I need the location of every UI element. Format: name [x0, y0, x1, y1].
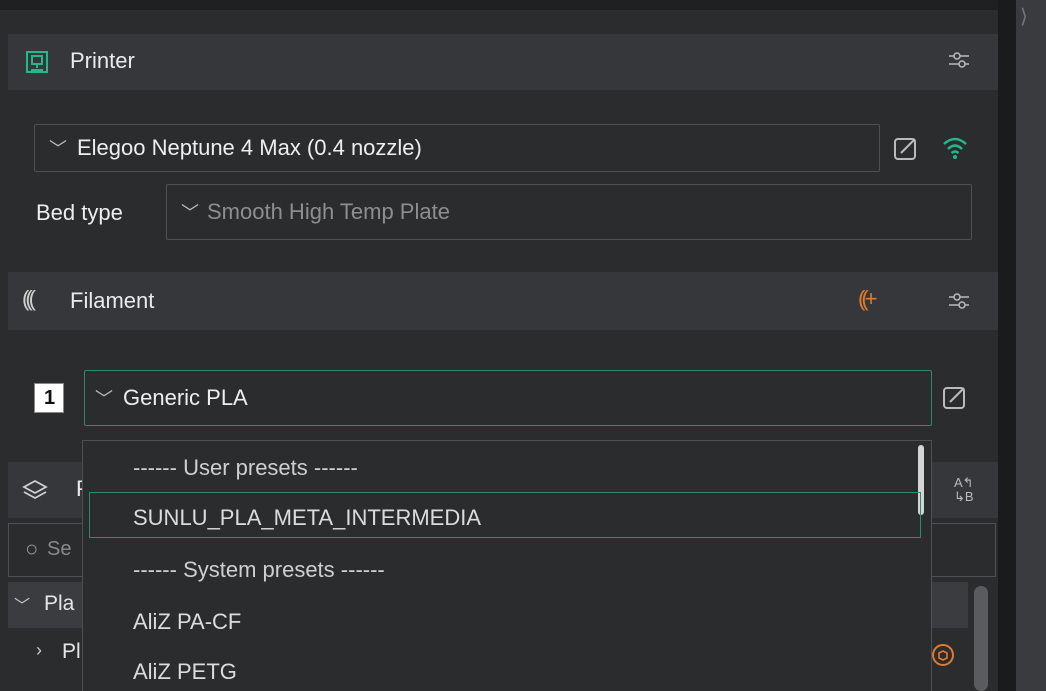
- filament-slot-number: 1: [44, 387, 56, 409]
- printer-select[interactable]: ﹀ Elegoo Neptune 4 Max (0.4 nozzle): [34, 124, 880, 172]
- layers-icon: [22, 479, 48, 500]
- chevron-down-icon: ﹀: [95, 389, 113, 409]
- dropdown-item-aliz-pa-cf[interactable]: AliZ PA-CF: [133, 609, 241, 635]
- filament-select[interactable]: ﹀ Generic PLA: [84, 370, 932, 426]
- printer-title: Printer: [70, 48, 135, 73]
- filament-section-header: ((( Filament ((+: [8, 272, 998, 330]
- filament-slot-badge[interactable]: 1: [34, 383, 64, 413]
- bed-type-label: Bed type: [36, 200, 123, 225]
- object-settings-icon[interactable]: [930, 640, 956, 670]
- compare-presets-icon[interactable]: A↰ ↳B: [954, 476, 974, 504]
- dropdown-separator-system: ------ System presets ------: [133, 557, 385, 582]
- dropdown-separator-user: ------ User presets ------: [133, 455, 358, 480]
- bed-type-select[interactable]: ﹀ Smooth High Temp Plate: [166, 184, 972, 240]
- add-filament-icon[interactable]: ((+: [858, 286, 877, 312]
- chevron-down-icon: ﹀: [14, 598, 31, 615]
- printer-select-value: Elegoo Neptune 4 Max (0.4 nozzle): [77, 135, 422, 160]
- window-top-strip: [0, 0, 1000, 10]
- wifi-icon[interactable]: [940, 132, 970, 162]
- filament-settings-icon[interactable]: [948, 290, 970, 312]
- dropdown-item-aliz-petg[interactable]: AliZ PETG: [133, 659, 237, 685]
- chevron-down-icon: ﹀: [49, 139, 67, 159]
- filament-dropdown: ------ User presets ------ SUNLU_PLA_MET…: [82, 440, 932, 691]
- bed-type-value: Smooth High Temp Plate: [207, 199, 450, 224]
- chevron-right-icon: ›: [36, 640, 42, 660]
- panel-divider: [998, 0, 1016, 691]
- printer-icon: [26, 51, 48, 73]
- printer-section-header: Printer: [8, 34, 998, 90]
- tree-row-part-label: Pl: [62, 640, 81, 663]
- edit-filament-icon[interactable]: [942, 384, 968, 410]
- search-placeholder: Se: [47, 538, 72, 560]
- edit-printer-icon[interactable]: [893, 135, 919, 161]
- collapse-arrow-icon[interactable]: ⟩: [1020, 4, 1028, 29]
- side-strip: [1016, 0, 1046, 691]
- tree-row-plate-label: Pla: [44, 592, 75, 615]
- tree-scrollbar[interactable]: [974, 586, 988, 691]
- search-icon: ○: [25, 536, 39, 561]
- dropdown-item-sunlu[interactable]: SUNLU_PLA_META_INTERMEDIA: [133, 505, 481, 531]
- filament-title: Filament: [70, 288, 155, 313]
- filament-icon: (((: [22, 286, 36, 311]
- chevron-down-icon: ﹀: [181, 203, 199, 223]
- filament-select-value: Generic PLA: [123, 385, 248, 410]
- printer-settings-icon[interactable]: [948, 49, 970, 71]
